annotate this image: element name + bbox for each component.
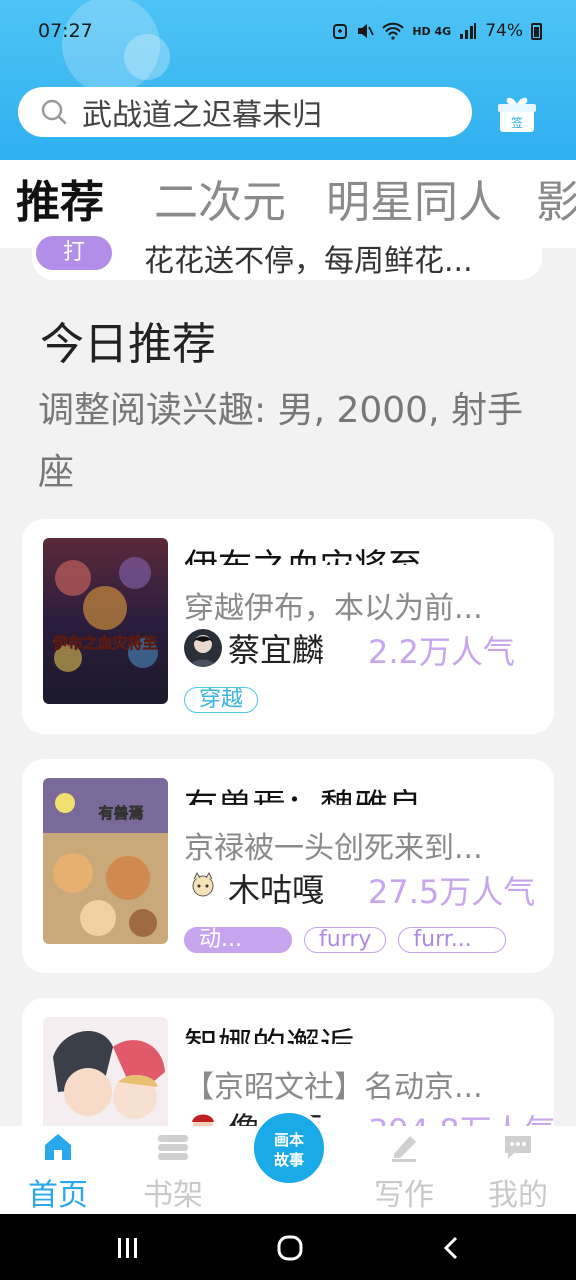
book-description: 京禄被一头创死来到... bbox=[184, 831, 483, 866]
book-tag[interactable]: furr... bbox=[398, 927, 507, 953]
status-bar: 07:27 HD 4G 74% bbox=[0, 0, 576, 62]
notice-text: 花花送不停，每周鲜花... bbox=[144, 244, 473, 279]
bookshelf-icon bbox=[158, 1135, 188, 1160]
book-card[interactable]: 伊布之血灾将至 伊布之血灾将至 穿越伊布，本以为前... 蔡宜麟 2.2万人气 … bbox=[22, 519, 554, 734]
book-title: 智娜的邂逅 bbox=[184, 1018, 354, 1044]
tab-anime[interactable]: 二次元 bbox=[154, 166, 286, 230]
pencil-icon bbox=[392, 1136, 416, 1162]
book-cover: 伊布之血灾将至 bbox=[43, 538, 168, 704]
nav-profile[interactable]: 我的 bbox=[478, 1126, 558, 1214]
tab-recommend[interactable]: 推荐 bbox=[16, 166, 104, 230]
avatar bbox=[184, 629, 222, 667]
nav-label: 书架 bbox=[143, 1178, 203, 1213]
search-icon bbox=[41, 99, 67, 125]
book-tag[interactable]: 动... bbox=[184, 927, 292, 953]
recent-apps-icon[interactable] bbox=[116, 1236, 140, 1260]
book-description: 【京昭文社】名动京... bbox=[184, 1070, 483, 1105]
book-title: 伊布之血灾将至 bbox=[184, 539, 422, 565]
nav-write[interactable]: 写作 bbox=[364, 1126, 444, 1214]
nav-label: 我的 bbox=[488, 1178, 548, 1213]
gift-checkin-button[interactable]: 签 bbox=[496, 92, 538, 134]
center-label-line2: 故事 bbox=[273, 1151, 304, 1169]
section-title: 今日推荐 bbox=[40, 319, 216, 370]
tab-celebrity[interactable]: 明星同人 bbox=[326, 166, 502, 230]
nav-bookshelf[interactable]: 书架 bbox=[133, 1126, 213, 1214]
system-nav-bar bbox=[0, 1214, 576, 1280]
wifi-icon bbox=[382, 22, 405, 40]
back-icon[interactable] bbox=[440, 1236, 462, 1260]
picture-story-button[interactable]: 画本 故事 bbox=[250, 1109, 328, 1187]
book-author[interactable]: 木咕嘎 bbox=[184, 867, 324, 909]
notice-badge: 打 bbox=[36, 236, 112, 270]
book-tag[interactable]: 穿越 bbox=[184, 687, 259, 713]
avatar bbox=[184, 869, 222, 907]
reading-interest-link[interactable]: 调整阅读兴趣: 男, 2000, 射手座 bbox=[38, 380, 558, 504]
home-icon bbox=[45, 1134, 71, 1160]
battery-icon bbox=[531, 22, 542, 40]
book-card[interactable]: 有兽焉 有兽焉：魏雅良 京禄被一头创死来到... 木咕嘎 27.5万人气 动..… bbox=[22, 759, 554, 973]
notice-banner[interactable]: 打 花花送不停，每周鲜花... bbox=[32, 232, 542, 280]
alarm-icon bbox=[333, 24, 348, 39]
search-bar[interactable]: 武战道之迟暮未归 bbox=[18, 87, 472, 137]
book-description: 穿越伊布，本以为前... bbox=[184, 591, 483, 626]
popularity-count: 2.2万人气 bbox=[368, 633, 515, 671]
nav-label: 首页 bbox=[28, 1178, 88, 1213]
chat-icon bbox=[505, 1136, 531, 1159]
nav-label: 写作 bbox=[374, 1178, 434, 1213]
center-label-line1: 画本 bbox=[273, 1131, 304, 1149]
status-icons: HD 4G 74% bbox=[332, 21, 542, 41]
network-label: HD 4G bbox=[412, 24, 452, 38]
nav-home[interactable]: 首页 bbox=[18, 1126, 98, 1214]
popularity-count: 27.5万人气 bbox=[368, 873, 536, 911]
app-header: 07:27 HD 4G 74% 武战道之迟暮未归 签 bbox=[0, 0, 576, 160]
mute-icon bbox=[358, 24, 375, 38]
battery-percent: 74% bbox=[485, 21, 523, 41]
book-cover: 有兽焉 bbox=[43, 778, 168, 944]
tag-list: 动... furry furr... bbox=[184, 927, 507, 953]
status-time: 07:27 bbox=[38, 20, 93, 42]
cover-title: 伊布之血灾将至 bbox=[51, 634, 157, 652]
author-name: 蔡宜麟 bbox=[228, 631, 325, 669]
tag-list: 穿越 bbox=[184, 687, 259, 713]
book-title: 有兽焉：魏雅良 bbox=[184, 779, 422, 805]
tab-film[interactable]: 影 bbox=[536, 166, 576, 230]
search-placeholder: 武战道之迟暮未归 bbox=[82, 98, 322, 133]
gift-label: 签 bbox=[511, 116, 524, 130]
cover-title: 有兽焉 bbox=[98, 804, 143, 822]
author-name: 木咕嘎 bbox=[228, 871, 325, 909]
book-author[interactable]: 蔡宜麟 bbox=[184, 627, 324, 669]
home-button-icon[interactable] bbox=[276, 1234, 304, 1262]
book-tag[interactable]: furry bbox=[304, 927, 387, 953]
signal-icon bbox=[460, 23, 477, 39]
